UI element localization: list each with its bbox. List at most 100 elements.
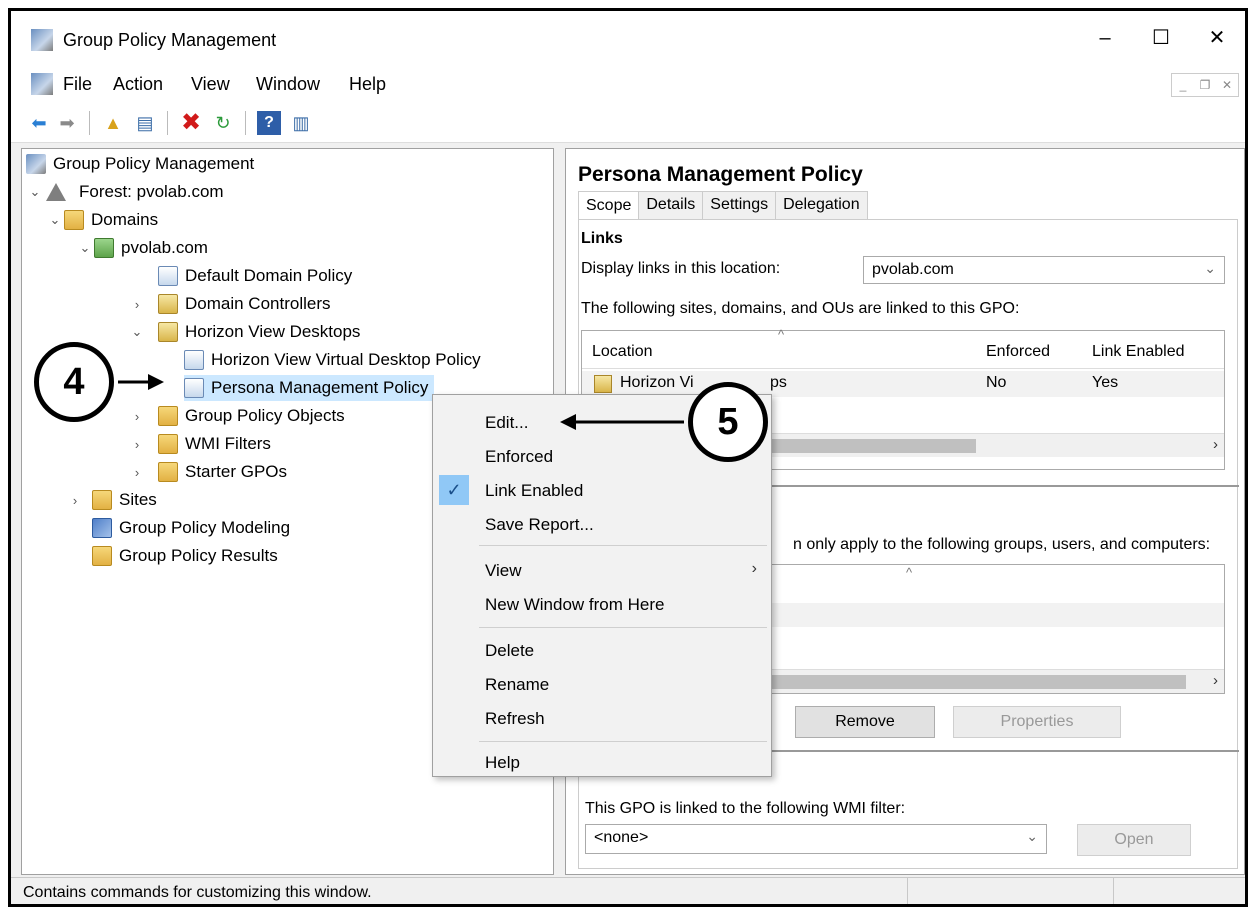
remove-button[interactable]: Remove [795, 706, 935, 738]
tab-settings[interactable]: Settings [702, 191, 777, 219]
col-location[interactable]: Location [592, 343, 653, 361]
window-title: Group Policy Management [63, 30, 277, 50]
tree-item-starter-gpos[interactable]: › Starter GPOs [128, 459, 287, 485]
console-icon[interactable] [31, 73, 53, 95]
menu-separator [479, 741, 767, 742]
tree-label: Horizon View Virtual Desktop Policy [211, 350, 481, 369]
menu-item-rename[interactable]: Rename [485, 675, 549, 695]
back-icon[interactable]: ⬅ [27, 111, 51, 135]
chevron-down-icon: ⌄ [1204, 260, 1216, 276]
tree-item-forest[interactable]: ⌄ Forest: pvolab.com [26, 179, 224, 205]
callout-step-4: 4 [34, 342, 114, 422]
tree-label: Forest: pvolab.com [79, 182, 224, 201]
ou-icon [594, 375, 612, 393]
up-folder-icon[interactable]: ▲ [101, 111, 125, 135]
tree-item-domains[interactable]: ⌄ Domains [46, 207, 158, 233]
mdi-minimize-icon[interactable]: _ [1172, 74, 1194, 96]
menu-view[interactable]: View [191, 74, 230, 95]
row-enforced: No [986, 374, 1007, 391]
location-dropdown[interactable]: pvolab.com ⌄ [863, 256, 1225, 284]
tab-scope[interactable]: Scope [578, 191, 640, 219]
chevron-right-icon[interactable]: › [66, 493, 84, 508]
mdi-close-icon[interactable]: ✕ [1216, 74, 1238, 96]
refresh-icon[interactable]: ↻ [211, 111, 235, 135]
chevron-right-icon[interactable]: › [128, 437, 146, 452]
tree-item-horizon-vdp[interactable]: Horizon View Virtual Desktop Policy [184, 347, 481, 373]
maximize-button[interactable]: ☐ [1139, 23, 1183, 53]
modeling-icon [92, 518, 112, 538]
chevron-down-icon[interactable]: ⌄ [26, 184, 44, 200]
tab-delegation[interactable]: Delegation [775, 191, 868, 219]
menu-help[interactable]: Help [349, 74, 386, 95]
row-location: Horizon Vi [620, 374, 694, 391]
col-enforced[interactable]: Enforced [986, 343, 1050, 361]
forward-icon[interactable]: ➡ [55, 111, 79, 135]
domains-folder-icon [64, 210, 84, 230]
callout-step-5: 5 [688, 382, 768, 462]
minimize-button[interactable]: – [1083, 23, 1127, 53]
menu-item-help[interactable]: Help [485, 753, 520, 773]
menu-item-refresh[interactable]: Refresh [485, 709, 545, 729]
scroll-right-icon[interactable]: › [1213, 672, 1218, 689]
wmi-filter-dropdown[interactable]: <none> ⌄ [585, 824, 1047, 854]
callout-number: 4 [63, 360, 85, 403]
wmi-filter-label: This GPO is linked to the following WMI … [585, 800, 906, 817]
results-icon [92, 546, 112, 566]
show-action-pane-icon[interactable]: ▥ [289, 111, 313, 135]
chevron-down-icon[interactable]: ⌄ [76, 240, 94, 256]
tree-label: Default Domain Policy [185, 266, 353, 285]
menu-window[interactable]: Window [256, 74, 320, 95]
tree-label: Group Policy Management [53, 154, 255, 173]
chevron-right-icon[interactable]: › [128, 297, 146, 312]
wmi-filter-value: <none> [594, 829, 649, 846]
chevron-down-icon[interactable]: ⌄ [46, 212, 64, 228]
menu-item-enforced[interactable]: Enforced [485, 447, 553, 467]
tree-label: Horizon View Desktops [185, 322, 361, 341]
mdi-restore-icon[interactable]: ❐ [1194, 74, 1216, 96]
col-link-enabled[interactable]: Link Enabled [1092, 343, 1185, 361]
tree-item-persona-management-policy[interactable]: Persona Management Policy [184, 375, 435, 401]
menu-item-save-report[interactable]: Save Report... [485, 515, 594, 535]
properties-button[interactable]: Properties [953, 706, 1121, 738]
tree-label: Domains [91, 210, 159, 229]
chevron-right-icon[interactable]: › [128, 465, 146, 480]
links-heading: Links [581, 230, 623, 247]
status-divider [907, 878, 908, 904]
close-button[interactable]: ✕ [1195, 23, 1239, 53]
tree-item-default-domain-policy[interactable]: Default Domain Policy [124, 263, 352, 289]
tree-item-group-policy-results[interactable]: Group Policy Results [92, 543, 278, 569]
chevron-down-icon[interactable]: ⌄ [128, 324, 146, 340]
tree-item-gpm-root[interactable]: Group Policy Management [26, 151, 254, 177]
open-button[interactable]: Open [1077, 824, 1191, 856]
policy-title: Persona Management Policy [578, 163, 863, 186]
menu-file[interactable]: File [63, 74, 92, 95]
ou-icon [158, 294, 178, 314]
menu-item-edit[interactable]: Edit... [485, 413, 528, 433]
menu-item-view[interactable]: View [485, 561, 522, 581]
checkmark-icon: ✓ [439, 475, 469, 505]
tree-item-group-policy-objects[interactable]: › Group Policy Objects [128, 403, 345, 429]
callout-number: 5 [717, 400, 739, 443]
chevron-right-icon[interactable]: › [128, 409, 146, 424]
tree-item-sites[interactable]: › Sites [66, 487, 157, 513]
tree-item-horizon-view-desktops[interactable]: ⌄ Horizon View Desktops [128, 319, 360, 345]
tree-item-domain[interactable]: ⌄ pvolab.com [76, 235, 208, 261]
menu-item-link-enabled[interactable]: Link Enabled [485, 481, 583, 501]
linked-description: The following sites, domains, and OUs ar… [581, 300, 1020, 317]
tree-item-domain-controllers[interactable]: › Domain Controllers [128, 291, 331, 317]
folder-icon [92, 490, 112, 510]
gpo-link-icon [158, 266, 178, 286]
tab-details[interactable]: Details [638, 191, 704, 219]
gpo-link-icon [184, 378, 204, 398]
menu-item-new-window[interactable]: New Window from Here [485, 595, 665, 615]
menu-item-delete[interactable]: Delete [485, 641, 534, 661]
menu-action[interactable]: Action [113, 74, 163, 95]
tree-item-wmi-filters[interactable]: › WMI Filters [128, 431, 271, 457]
scroll-right-icon[interactable]: › [1213, 436, 1218, 453]
delete-icon[interactable]: ✖ [179, 111, 203, 135]
help-icon[interactable]: ? [257, 111, 281, 135]
menu-separator [479, 627, 767, 628]
tree-item-group-policy-modeling[interactable]: Group Policy Modeling [92, 515, 290, 541]
show-hide-tree-icon[interactable]: ▤ [133, 111, 157, 135]
chevron-right-icon: › [751, 560, 757, 577]
